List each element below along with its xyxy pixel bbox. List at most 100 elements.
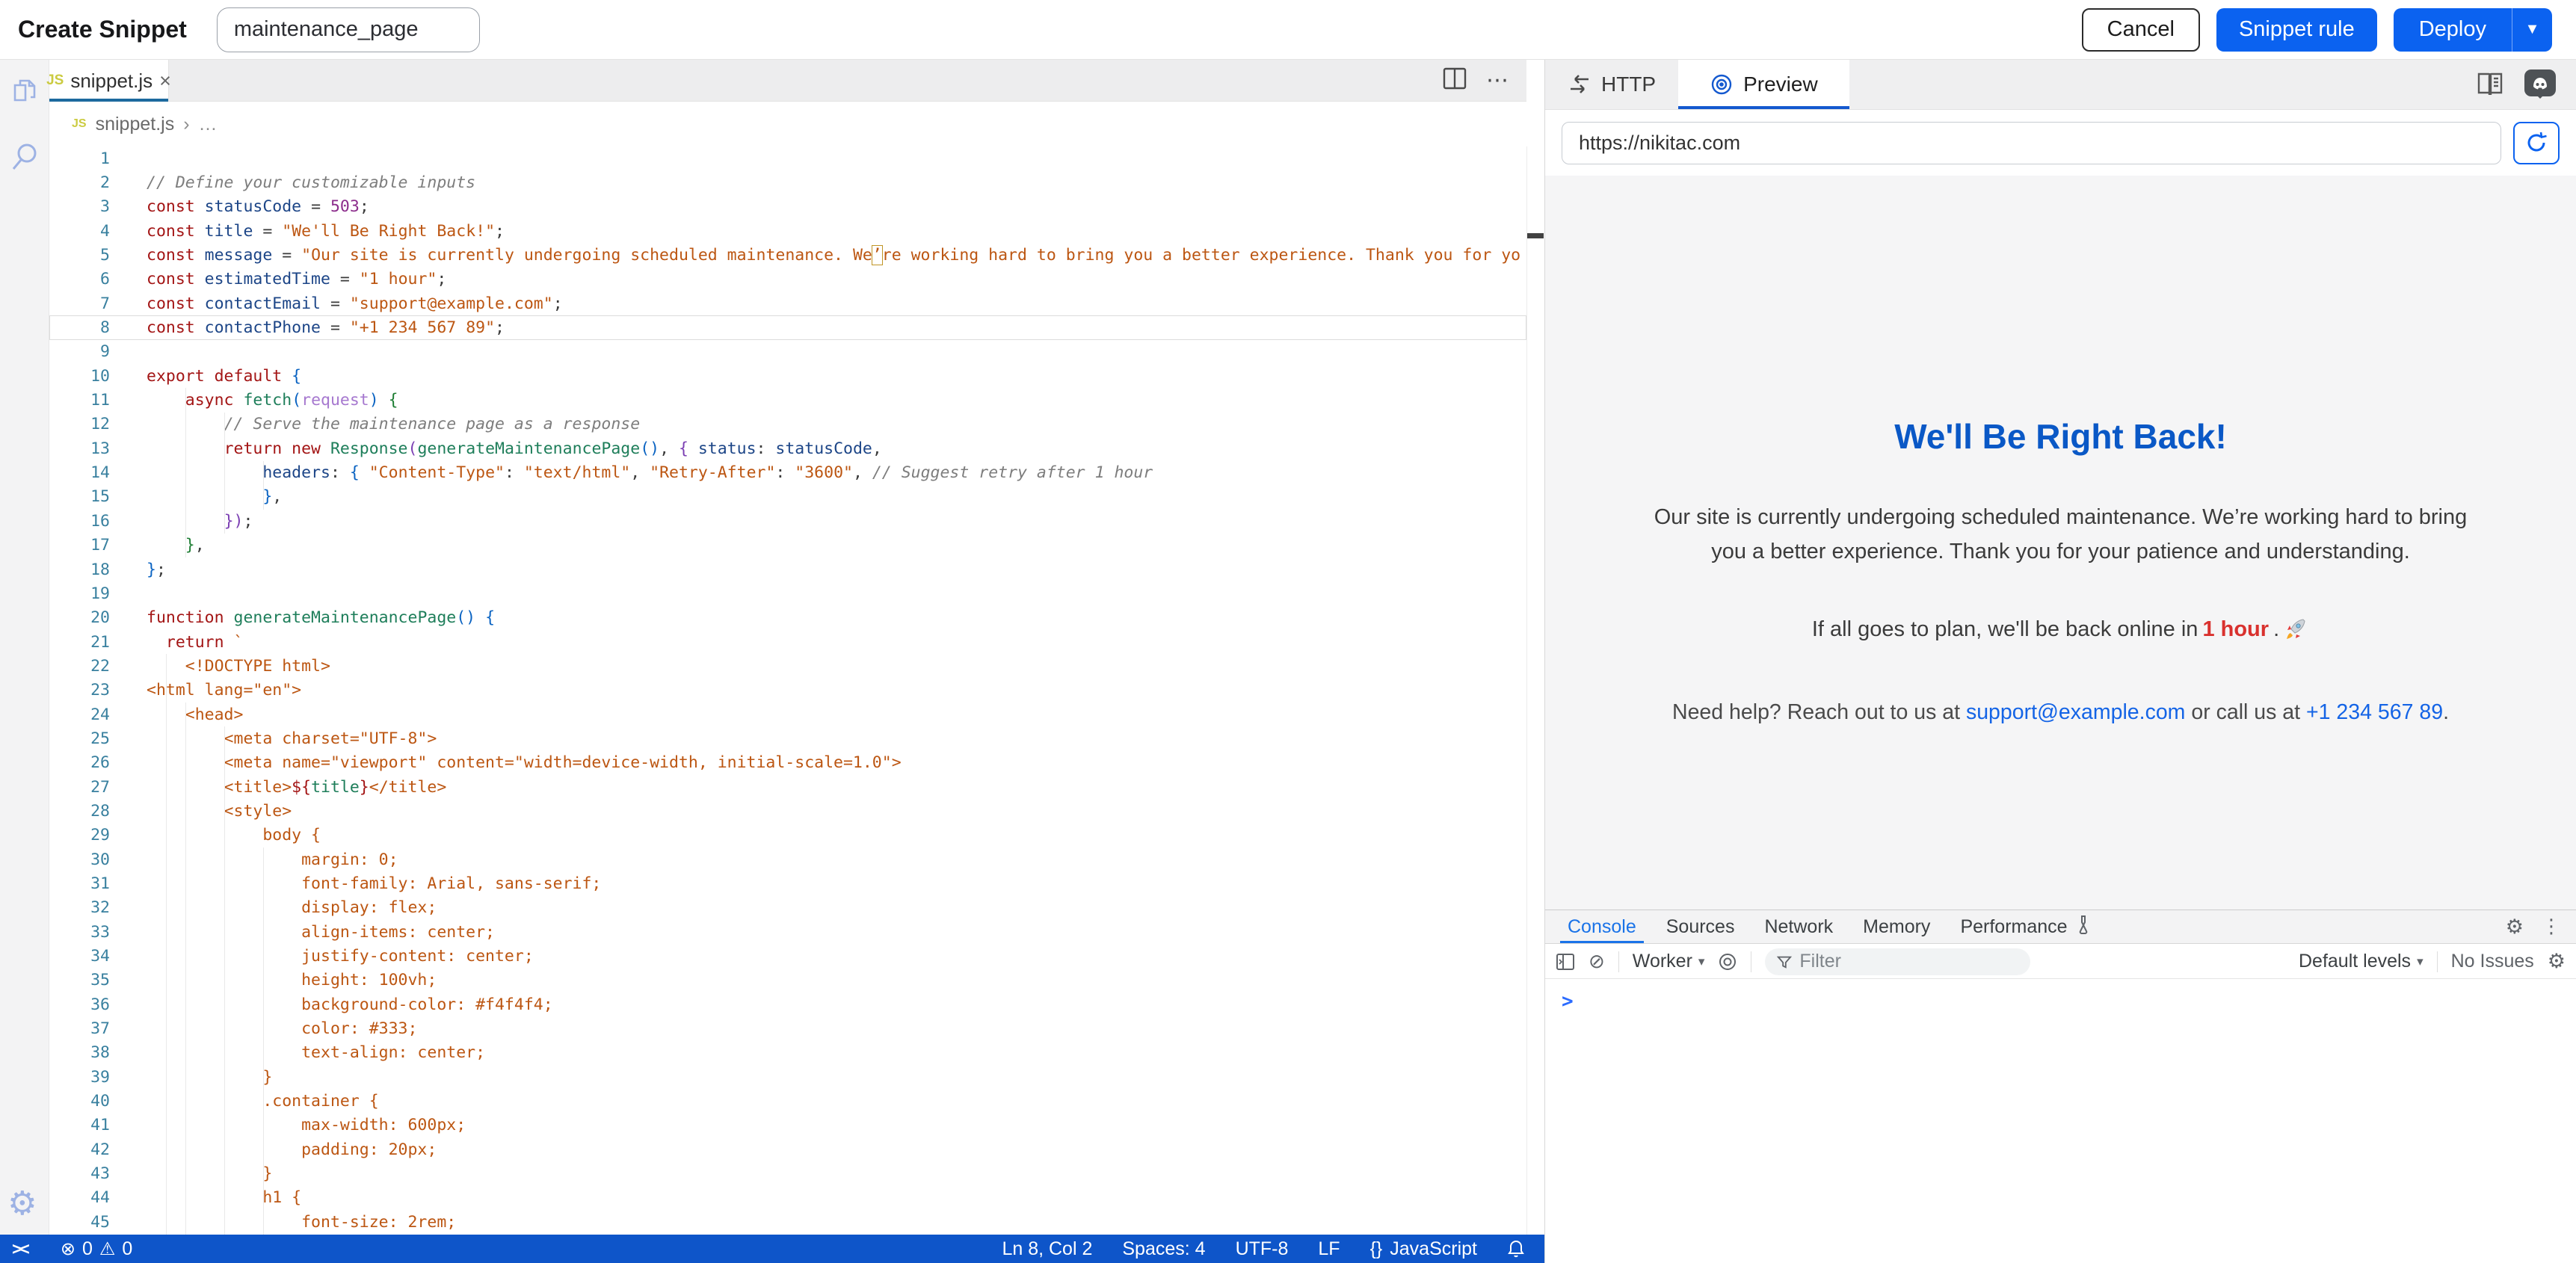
console-filter[interactable] [1765,948,2030,975]
code-line[interactable]: 39 } [49,1065,1526,1089]
docs-book-icon[interactable] [2474,70,2506,99]
console-tab-memory[interactable]: Memory [1848,910,1945,943]
code-line[interactable]: 14 headers: { "Content-Type": "text/html… [49,460,1526,484]
breadcrumb[interactable]: JS snippet.js › … [49,102,1526,146]
console-output[interactable]: > [1545,980,2576,1263]
code-line[interactable]: 12 // Serve the maintenance page as a re… [49,413,1526,436]
tab-http[interactable]: HTTP [1545,60,1678,109]
code-line[interactable]: 41 max-width: 600px; [49,1114,1526,1137]
code-line[interactable]: 26 <meta name="viewport" content="width=… [49,751,1526,775]
breadcrumb-more[interactable]: … [199,114,218,135]
support-email-link[interactable]: support@example.com [1966,700,2185,724]
console-tab-sources[interactable]: Sources [1651,910,1750,943]
clear-console-icon[interactable]: ⊘ [1589,951,1605,973]
code-line[interactable]: 15 }, [49,485,1526,509]
devtools-kebab-menu-icon[interactable]: ⋮ [2542,915,2561,938]
live-expression-eye-icon[interactable] [1718,952,1737,972]
search-icon[interactable] [9,140,40,172]
files-icon[interactable] [9,76,40,108]
deploy-dropdown-caret-icon[interactable]: ▼ [2512,8,2552,52]
code-line[interactable]: 45 font-size: 2rem; [49,1210,1526,1234]
code-line[interactable]: 19 [49,581,1526,605]
editor-more-actions-icon[interactable]: ⋯ [1486,67,1509,93]
split-editor-icon[interactable] [1443,67,1467,93]
code-line[interactable]: 22 <!DOCTYPE html> [49,654,1526,678]
code-line[interactable]: 1 [49,146,1526,170]
notifications-bell-icon[interactable] [1507,1239,1525,1259]
code-line[interactable]: 18}; [49,558,1526,581]
code-line[interactable]: 40 .container { [49,1089,1526,1113]
tab-snippet-js[interactable]: JS snippet.js × [49,60,169,102]
code-line[interactable]: 24 <head> [49,702,1526,726]
preview-url-input[interactable] [1562,122,2501,164]
code-line[interactable]: 9 [49,340,1526,364]
code-line[interactable]: 4const title = "We'll Be Right Back!"; [49,219,1526,243]
code-line[interactable]: 25 <meta charset="UTF-8"> [49,726,1526,750]
code-line[interactable]: 27 <title>${title}</title> [49,775,1526,799]
problems-indicator[interactable]: ⊗ 0 ⚠ 0 [61,1238,132,1260]
statusbar-item[interactable]: LF [1318,1238,1340,1260]
statusbar-item[interactable]: Spaces: 4 [1122,1238,1205,1260]
overview-ruler[interactable] [1526,146,1544,1235]
code-line[interactable]: 13 return new Response(generateMaintenan… [49,436,1526,460]
code-line[interactable]: 20function generateMaintenancePage() { [49,606,1526,630]
console-tab-performance[interactable]: Performance [1945,910,2106,943]
code-line[interactable]: 16 }); [49,509,1526,533]
code-line[interactable]: 44 h1 { [49,1186,1526,1210]
code-line[interactable]: 8const contactPhone = "+1 234 567 89"; [49,315,1526,339]
code-line[interactable]: 29 body { [49,824,1526,847]
remote-indicator-icon[interactable]: >< [12,1239,28,1259]
breadcrumb-file[interactable]: snippet.js [96,114,175,135]
code-line[interactable]: 10export default { [49,364,1526,388]
close-tab-icon[interactable]: × [159,70,171,93]
console-sidebar-toggle-icon[interactable] [1556,952,1575,972]
code-line[interactable]: 43 } [49,1161,1526,1185]
code-line[interactable]: 7const contactEmail = "support@example.c… [49,291,1526,315]
snippet-rule-button[interactable]: Snippet rule [2216,8,2377,52]
code-line[interactable]: 2// Define your customizable inputs [49,170,1526,194]
code-line[interactable]: 3const statusCode = 503; [49,195,1526,219]
default-levels-dropdown[interactable]: Default levels▾ [2299,951,2424,972]
deploy-button[interactable]: Deploy [2394,8,2512,52]
code-line[interactable]: 11 async fetch(request) { [49,388,1526,412]
code-line[interactable]: 6const estimatedTime = "1 hour"; [49,268,1526,291]
code-line[interactable]: 28 <style> [49,799,1526,823]
code-line[interactable]: 38 text-align: center; [49,1041,1526,1065]
line-number: 30 [49,850,110,869]
filter-input[interactable] [1799,951,2018,972]
tab-preview[interactable]: Preview [1678,60,1849,109]
code-line[interactable]: 17 }, [49,534,1526,558]
console-prompt[interactable]: > [1562,990,1574,1013]
console-tab-console[interactable]: Console [1553,910,1651,943]
code-line[interactable]: 32 display: flex; [49,896,1526,920]
code-line[interactable]: 23<html lang="en"> [49,679,1526,702]
console-settings-gear-icon[interactable]: ⚙ [2548,950,2566,973]
code-line[interactable]: 42 padding: 20px; [49,1137,1526,1161]
code-editor[interactable]: 12// Define your customizable inputs3con… [49,146,1526,1235]
code-line[interactable]: 33 align-items: center; [49,920,1526,944]
discord-icon[interactable] [2524,69,2557,100]
code-line[interactable]: 5const message = "Our site is currently … [49,243,1526,267]
statusbar-item[interactable]: UTF-8 [1236,1238,1289,1260]
code-line[interactable]: 34 justify-content: center; [49,944,1526,968]
create-snippet-app: Create Snippet Cancel Snippet rule Deplo… [0,0,2576,1263]
cancel-button[interactable]: Cancel [2082,8,2200,52]
code-line[interactable]: 30 margin: 0; [49,847,1526,871]
code-line[interactable]: 36 background-color: #f4f4f4; [49,992,1526,1016]
language-mode[interactable]: {} JavaScript [1370,1238,1477,1260]
code-line[interactable]: 21 return ` [49,630,1526,654]
console-tab-network[interactable]: Network [1749,910,1848,943]
code-line[interactable]: 31 font-family: Arial, sans-serif; [49,871,1526,895]
phone-link[interactable]: +1 234 567 89 [2306,700,2443,724]
braces-icon: {} [1370,1238,1383,1260]
statusbar-item[interactable]: Ln 8, Col 2 [1002,1238,1092,1260]
settings-gear-icon[interactable]: ⚙ [7,1185,37,1223]
devtools-settings-gear-icon[interactable]: ⚙ [2506,915,2524,939]
snippet-name-input[interactable] [217,7,480,52]
context-selector[interactable]: Worker▾ [1633,951,1705,972]
code-line[interactable]: 37 color: #333; [49,1016,1526,1040]
line-number: 8 [49,318,110,337]
no-issues-label[interactable]: No Issues [2451,951,2534,972]
refresh-button[interactable] [2513,122,2560,164]
code-line[interactable]: 35 height: 100vh; [49,969,1526,992]
